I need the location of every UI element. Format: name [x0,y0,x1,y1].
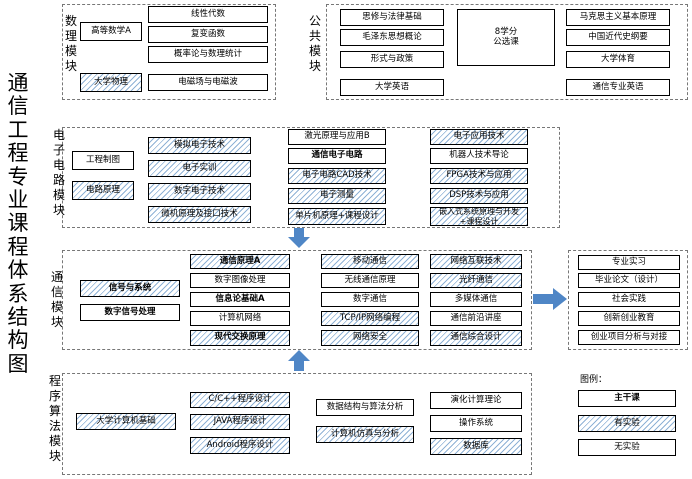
course-jiaohuan: 现代交换原理 [190,330,290,346]
course-jisuanji-wangluo: 计算机网络 [190,311,290,326]
course-lianghua: 演化计算理论 [430,392,522,409]
course-shuzi-tongxin: 数字通信 [321,292,419,307]
course-tiyu: 大学体育 [566,51,670,68]
course-daxue-jisuanji: 大学计算机基础 [76,413,176,430]
course-xinxilun: 信息论基础A [190,292,290,307]
course-tongxin-dianlu: 通信电子电路 [288,148,386,164]
course-sixiu: 思修与法律基础 [340,9,444,26]
course-moni: 模拟电子技术 [148,137,251,154]
course-dianci: 电磁场与电磁波 [148,74,268,91]
course-lunwen: 毕业论文（设计） [578,273,680,288]
comm-module-label: 通信模块 [50,270,63,329]
course-daxue-yingyu: 大学英语 [340,79,444,96]
course-shijian: 社会实践 [578,292,680,307]
course-duomeiti: 多媒体通信 [430,292,522,307]
arrow-up-bottom [288,350,310,371]
course-tongxin-yingyu: 通信专业英语 [566,79,670,96]
course-celiang: 电子测量 [288,188,386,204]
course-xinhao: 信号与系统 [80,280,180,297]
arrow-right-practice [533,288,567,310]
course-dianzi-shixun: 电子实训 [148,160,251,177]
legend-main-course: 主干课 [578,390,676,407]
course-zhongguo: 中国近代史纲要 [566,29,670,46]
course-java: JAVA程序设计 [190,414,290,430]
course-dianlu-yuanli: 电路原理 [72,181,134,200]
course-shixi: 专业实习 [578,255,680,270]
page-title: 通信工程专业课程体系结构图 [7,71,29,376]
course-dsp: DSP技术与应用 [430,188,528,204]
course-jiguang: 激光原理与应用B [288,129,386,145]
legend-no-lab: 无实验 [578,439,676,456]
course-shujuku: 数据库 [430,438,522,455]
course-qianyan: 通信前沿讲座 [430,311,522,326]
course-fubian: 复变函数 [148,26,268,43]
course-wangluo-hulian: 网络互联技术 [430,254,522,269]
legend-with-lab: 有实验 [578,415,676,432]
legend-title: 图例： [580,375,608,385]
course-shuzi-xinhao: 数字信号处理 [80,304,180,321]
course-xianxing: 线性代数 [148,6,268,23]
course-yidong: 移动通信 [321,254,419,269]
prog-module-label: 程序算法模块 [48,374,61,463]
course-weiji: 微机原理及接口技术 [148,206,251,223]
course-android: Android程序设计 [190,437,290,454]
course-shuju-jiegou: 数据结构与算法分析 [316,399,414,416]
course-gaodeng: 高等数学A [80,22,142,41]
course-fpga: FPGA技术与应用 [430,168,528,184]
course-cad: 电子电路CAD技术 [288,168,386,184]
circuit-module-label: 电子电路模块 [52,128,65,217]
course-cpp: C/C++程序设计 [190,392,290,408]
course-shuzi: 数字电子技术 [148,183,251,200]
course-chuangye: 创业项目分析与对接 [578,330,680,345]
course-caozuo: 操作系统 [430,415,522,432]
course-daxue-wuli: 大学物理 [80,73,142,92]
arrow-down-top [288,228,310,248]
course-gongxuan: 8学分 公选课 [457,9,555,66]
course-gailv: 概率论与数理统计 [148,46,268,63]
math-module-label: 数理模块 [64,14,77,73]
public-module-label: 公共模块 [308,14,321,73]
course-chuangxin: 创新创业教育 [578,311,680,326]
course-guangxian: 光纤通信 [430,273,522,288]
course-wangluo-anquan: 网络安全 [321,330,419,346]
course-danpianji: 单片机原理+课程设计 [288,208,386,225]
course-maogai: 毛泽东思想概论 [340,29,444,46]
course-tuxiang: 数字图像处理 [190,273,290,288]
course-wuxian: 无线通信原理 [321,273,419,288]
course-jiqiren: 机器人技术导论 [430,148,528,164]
course-gongcheng-zhitu: 工程制图 [72,151,134,170]
course-dianzi-yingyong: 电子应用技术 [430,129,528,145]
course-fangzhen: 计算机仿真与分析 [316,426,414,443]
course-qianrushi: 嵌入式系统原理与开发+课程设计 [430,207,528,226]
course-tongxin-yuanli: 通信原理A [190,254,290,269]
course-zonghe-sheji: 通信综合设计 [430,330,522,346]
course-tcpip: TCP/IP网络编程 [321,311,419,326]
course-makesi: 马克思主义基本原理 [566,9,670,26]
course-xingshi: 形式与政策 [340,51,444,68]
